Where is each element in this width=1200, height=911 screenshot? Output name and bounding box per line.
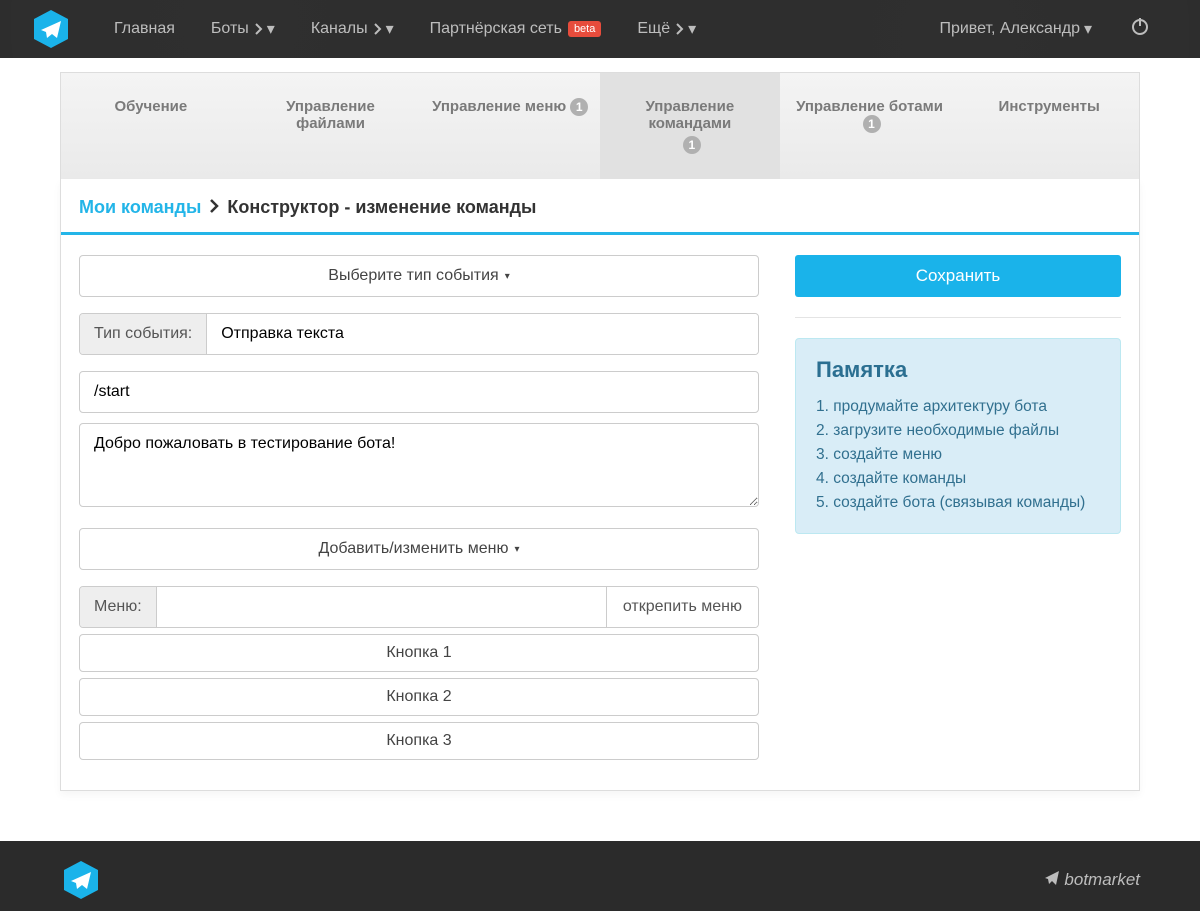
divider bbox=[795, 317, 1121, 318]
tab-menu[interactable]: Управление меню1 bbox=[420, 73, 600, 179]
add-change-menu-dropdown[interactable]: Добавить/изменить меню ▾ bbox=[79, 528, 759, 570]
memo-box: Памятка продумайте архитектуру бота загр… bbox=[795, 338, 1121, 534]
nav-home[interactable]: Главная bbox=[96, 0, 193, 58]
menu-input[interactable] bbox=[157, 587, 606, 627]
menu-label: Меню: bbox=[80, 587, 157, 627]
form-column: Выберите тип события ▾ Тип события: Добр… bbox=[79, 255, 759, 760]
caret-down-icon: ▾ bbox=[688, 19, 696, 39]
tab-commands[interactable]: Управление командами 1 bbox=[600, 73, 780, 179]
nav-partner[interactable]: Партнёрская сеть beta bbox=[412, 0, 620, 58]
footer-logo[interactable] bbox=[60, 859, 102, 901]
main-panel: Мои команды Конструктор - изменение кома… bbox=[60, 179, 1140, 791]
tab-files[interactable]: Управление файлами bbox=[241, 73, 421, 179]
menu-group: Меню: открепить меню bbox=[79, 586, 759, 628]
breadcrumb: Мои команды Конструктор - изменение кома… bbox=[61, 179, 1139, 235]
chevron-right-icon bbox=[374, 23, 382, 35]
logo[interactable] bbox=[30, 8, 72, 50]
save-button[interactable]: Сохранить bbox=[795, 255, 1121, 297]
memo-item[interactable]: продумайте архитектуру бота bbox=[816, 395, 1100, 419]
nav-more[interactable]: Ещё ▾ bbox=[619, 0, 714, 58]
tab-training[interactable]: Обучение bbox=[61, 73, 241, 179]
memo-item[interactable]: создайте бота (связывая команды) bbox=[816, 491, 1100, 515]
chevron-right-icon bbox=[676, 23, 684, 35]
select-event-type-dropdown[interactable]: Выберите тип события ▾ bbox=[79, 255, 759, 297]
event-type-group: Тип события: bbox=[79, 313, 759, 355]
caret-down-icon: ▾ bbox=[514, 544, 519, 555]
event-type-input[interactable] bbox=[207, 314, 758, 354]
caret-down-icon: ▾ bbox=[1084, 19, 1092, 39]
tab-commands-badge: 1 bbox=[683, 136, 701, 154]
footer-brand: botmarket bbox=[1044, 870, 1140, 891]
message-textarea[interactable]: Добро пожаловать в тестирование бота! bbox=[79, 423, 759, 507]
tab-bots[interactable]: Управление ботами1 bbox=[780, 73, 960, 179]
beta-badge: beta bbox=[568, 21, 601, 37]
caret-down-icon: ▾ bbox=[386, 19, 394, 39]
unpin-menu-button[interactable]: открепить меню bbox=[606, 587, 758, 627]
chevron-right-icon bbox=[209, 197, 219, 218]
caret-down-icon: ▾ bbox=[505, 271, 510, 282]
footer: botmarket bbox=[0, 841, 1200, 911]
side-column: Сохранить Памятка продумайте архитектуру… bbox=[795, 255, 1121, 760]
menu-button-3[interactable]: Кнопка 3 bbox=[79, 722, 759, 760]
breadcrumb-link-my-commands[interactable]: Мои команды bbox=[79, 197, 201, 218]
nav-bots[interactable]: Боты ▾ bbox=[193, 0, 293, 58]
memo-item[interactable]: создайте меню bbox=[816, 443, 1100, 467]
caret-down-icon: ▾ bbox=[267, 19, 275, 39]
memo-title: Памятка bbox=[816, 357, 1100, 383]
menu-button-2[interactable]: Кнопка 2 bbox=[79, 678, 759, 716]
tab-tools[interactable]: Инструменты bbox=[959, 73, 1139, 179]
top-navbar: Главная Боты ▾ Каналы ▾ Партнёрская сеть… bbox=[0, 0, 1200, 58]
memo-item[interactable]: загрузите необходимые файлы bbox=[816, 419, 1100, 443]
breadcrumb-current: Конструктор - изменение команды bbox=[227, 197, 536, 218]
paper-plane-icon bbox=[1044, 870, 1060, 891]
command-input[interactable] bbox=[79, 371, 759, 413]
memo-item[interactable]: создайте команды bbox=[816, 467, 1100, 491]
logout-icon[interactable] bbox=[1110, 16, 1170, 42]
tab-bots-badge: 1 bbox=[863, 115, 881, 133]
tab-menu-badge: 1 bbox=[570, 98, 588, 116]
tab-bar: Обучение Управление файлами Управление м… bbox=[60, 72, 1140, 179]
menu-button-1[interactable]: Кнопка 1 bbox=[79, 634, 759, 672]
chevron-right-icon bbox=[255, 23, 263, 35]
nav-channels[interactable]: Каналы ▾ bbox=[293, 0, 412, 58]
nav-user-greeting[interactable]: Привет, Александр ▾ bbox=[921, 0, 1110, 58]
event-type-label: Тип события: bbox=[80, 314, 207, 354]
